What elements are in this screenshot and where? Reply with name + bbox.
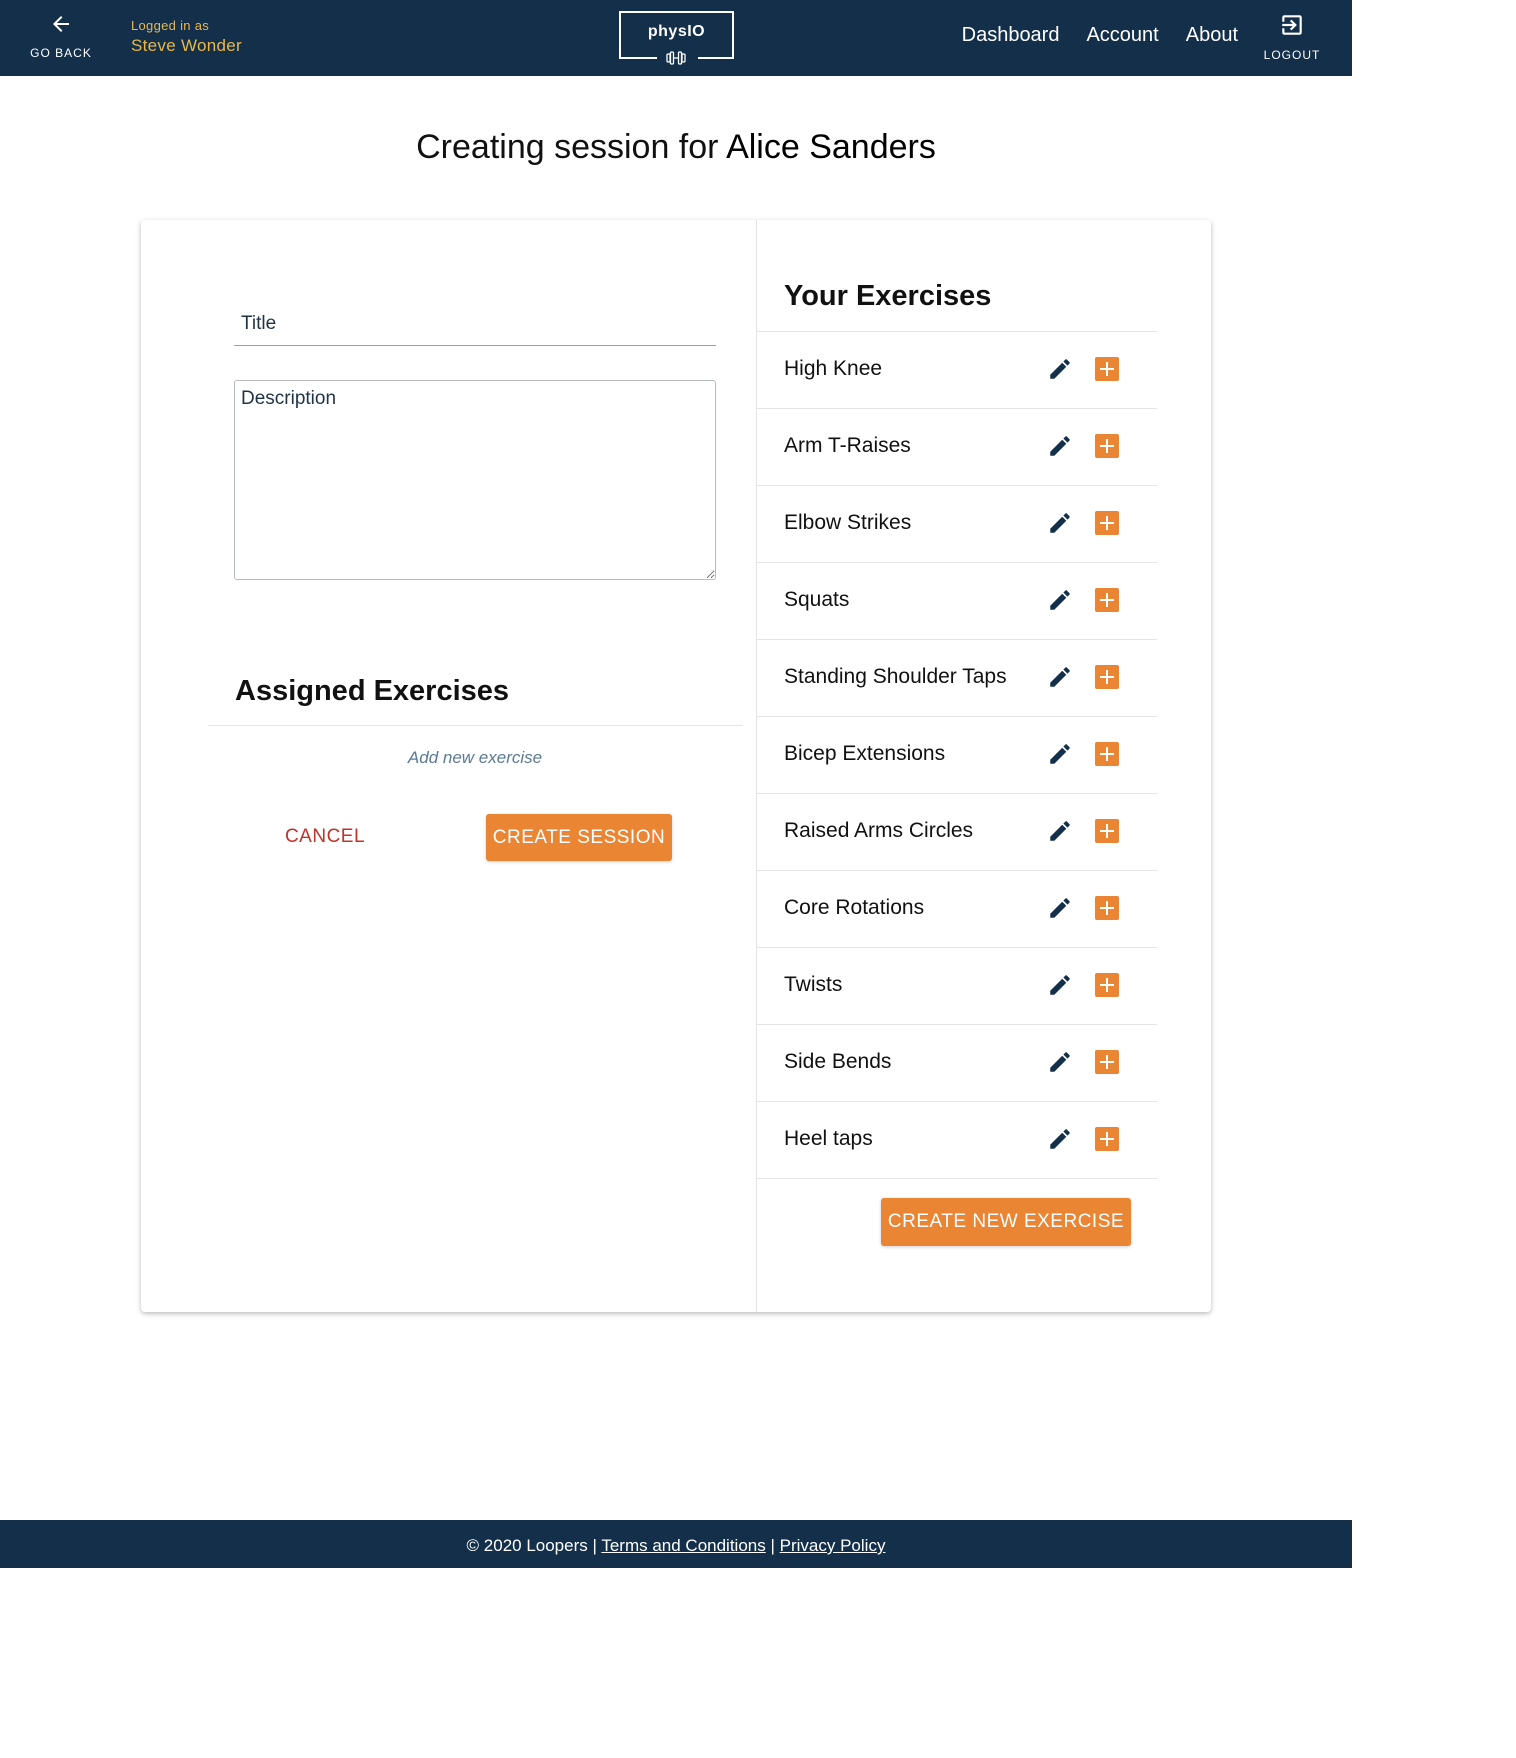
exercise-name: High Knee (784, 357, 883, 380)
nav-link-dashboard[interactable]: Dashboard (962, 24, 1060, 47)
plus-box-icon[interactable] (1095, 1127, 1119, 1151)
nav-link-about[interactable]: About (1186, 24, 1238, 47)
exercise-row: Squats (757, 562, 1157, 639)
exercise-name: Raised Arms Circles (784, 819, 974, 842)
logged-in-label: Logged in as (131, 18, 210, 33)
go-back-button[interactable]: GO BACK (22, 10, 100, 60)
nav-link-account[interactable]: Account (1086, 24, 1158, 47)
create-session-button[interactable]: CREATE SESSION (486, 814, 672, 861)
logout-icon (1282, 15, 1302, 35)
plus-box-icon[interactable] (1095, 588, 1119, 612)
page-title: Creating session for Alice Sanders (0, 128, 1352, 167)
pencil-icon[interactable] (1047, 1126, 1073, 1152)
terms-link[interactable]: Terms and Conditions (601, 1536, 765, 1555)
footer-separator: | (770, 1536, 775, 1555)
logged-in-info: Logged in as Steve Wonder (131, 18, 242, 56)
description-textarea[interactable] (234, 380, 716, 580)
exercise-name: Twists (784, 973, 843, 996)
footer: © 2020 Loopers | Terms and Conditions | … (0, 1520, 1352, 1568)
user-name: Steve Wonder (131, 36, 243, 55)
exercise-row: Elbow Strikes (757, 485, 1157, 562)
exercise-name: Elbow Strikes (784, 511, 912, 534)
exercise-list: High Knee Arm T-Raises Elbow Strikes Squats… (757, 331, 1157, 1179)
patient-name: Alice Sanders (726, 128, 936, 166)
pencil-icon[interactable] (1047, 510, 1073, 536)
brand-name: physIO (647, 23, 706, 40)
logout-button[interactable]: LOGOUT (1257, 10, 1327, 62)
pencil-icon[interactable] (1047, 356, 1073, 382)
exercise-row: Twists (757, 947, 1157, 1024)
exercise-row: High Knee (757, 331, 1157, 408)
cancel-button[interactable]: CANCEL (265, 814, 385, 860)
exercise-row: Arm T-Raises (757, 408, 1157, 485)
plus-box-icon[interactable] (1095, 1050, 1119, 1074)
pencil-icon[interactable] (1047, 818, 1073, 844)
pencil-icon[interactable] (1047, 741, 1073, 767)
pencil-icon[interactable] (1047, 895, 1073, 921)
session-card: Assigned Exercises Add new exercise CANC… (141, 220, 1211, 1312)
plus-box-icon[interactable] (1095, 896, 1119, 920)
pencil-icon[interactable] (1047, 433, 1073, 459)
exercise-row: Standing Shoulder Taps (757, 639, 1157, 716)
go-back-label: GO BACK (30, 46, 92, 60)
exercise-name: Arm T-Raises (784, 434, 911, 457)
exercise-name: Squats (784, 588, 850, 611)
plus-box-icon[interactable] (1095, 434, 1119, 458)
assigned-exercises-heading: Assigned Exercises (235, 675, 510, 707)
arrow-left-icon (53, 16, 69, 32)
exercise-row: Raised Arms Circles (757, 793, 1157, 870)
exercise-row: Side Bends (757, 1024, 1157, 1101)
add-new-exercise-link[interactable]: Add new exercise (234, 748, 716, 768)
create-new-exercise-button[interactable]: CREATE NEW EXERCISE (881, 1198, 1131, 1246)
exercise-row: Core Rotations (757, 870, 1157, 947)
brand-logo[interactable]: physIO (619, 11, 734, 65)
exercise-name: Bicep Extensions (784, 742, 946, 765)
plus-box-icon[interactable] (1095, 819, 1119, 843)
exercise-row: Heel taps (757, 1101, 1157, 1179)
pencil-icon[interactable] (1047, 1049, 1073, 1075)
exercise-row: Bicep Extensions (757, 716, 1157, 793)
your-exercises-heading: Your Exercises (784, 280, 992, 312)
assigned-divider (208, 725, 743, 726)
plus-box-icon[interactable] (1095, 665, 1119, 689)
dumbbell-icon (666, 51, 686, 65)
nav-links: Dashboard Account About (962, 24, 1238, 47)
plus-box-icon[interactable] (1095, 973, 1119, 997)
top-navbar: GO BACK Logged in as Steve Wonder physIO… (0, 0, 1352, 76)
pencil-icon[interactable] (1047, 972, 1073, 998)
pencil-icon[interactable] (1047, 664, 1073, 690)
footer-copyright: © 2020 Loopers | (466, 1536, 597, 1555)
plus-box-icon[interactable] (1095, 357, 1119, 381)
exercise-name: Standing Shoulder Taps (784, 665, 1007, 688)
title-input[interactable] (234, 302, 716, 346)
exercise-name: Heel taps (784, 1127, 873, 1150)
plus-box-icon[interactable] (1095, 742, 1119, 766)
exercise-name: Core Rotations (784, 896, 925, 919)
page-title-prefix: Creating session for (416, 128, 719, 166)
pencil-icon[interactable] (1047, 587, 1073, 613)
logout-label: LOGOUT (1263, 48, 1321, 62)
plus-box-icon[interactable] (1095, 511, 1119, 535)
privacy-link[interactable]: Privacy Policy (780, 1536, 886, 1555)
exercise-name: Side Bends (784, 1050, 892, 1073)
